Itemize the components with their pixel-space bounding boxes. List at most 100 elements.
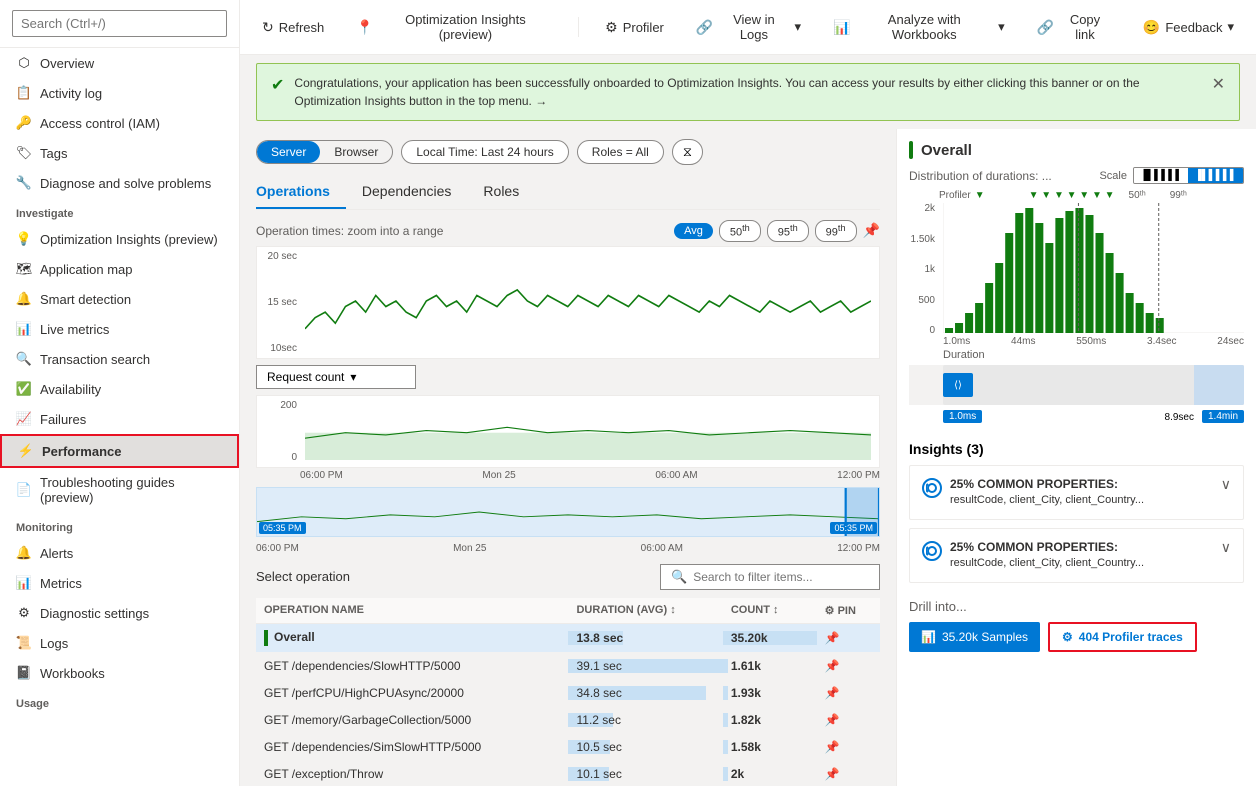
sidebar-item-alerts[interactable]: 🔔 Alerts — [0, 538, 239, 568]
samples-button[interactable]: 📊 35.20k Samples — [909, 622, 1040, 652]
brush-area[interactable]: 05:35 PM 05:35 PM — [256, 487, 880, 537]
samples-icon: 📊 — [921, 630, 936, 644]
dist-chart-with-axis: 2k 1.50k 1k 500 0 — [909, 203, 1244, 336]
table-row[interactable]: GET /dependencies/SimSlowHTTP/500010.5 s… — [256, 733, 880, 760]
p50-pill[interactable]: 50th — [719, 220, 761, 242]
logs-icon: 📜 — [16, 635, 32, 651]
sidebar-search-area — [0, 0, 239, 48]
insight-icon-2 — [922, 541, 942, 561]
dropdown-chevron: ▾ — [350, 370, 356, 384]
sidebar-item-transaction-search[interactable]: 🔍 Transaction search — [0, 344, 239, 374]
analyze-workbooks-button[interactable]: 📊 Analyze with Workbooks ▾ — [827, 8, 1011, 46]
profiler-traces-button[interactable]: ⚙ 404 Profiler traces — [1048, 622, 1197, 652]
sidebar-item-live-metrics[interactable]: 📊 Live metrics — [0, 314, 239, 344]
sort-icon-count[interactable]: ↕ — [773, 604, 779, 616]
insight-expand-2[interactable]: ∨ — [1221, 539, 1231, 556]
table-search-box[interactable]: 🔍 — [660, 564, 880, 590]
time-label-1: 06:00 PM — [300, 470, 343, 481]
section-usage: Usage — [0, 688, 239, 714]
sidebar-item-optimization[interactable]: 💡 Optimization Insights (preview) — [0, 224, 239, 254]
sidebar-item-metrics[interactable]: 📊 Metrics — [0, 568, 239, 598]
p99-pill[interactable]: 99th — [815, 220, 857, 242]
tab-roles[interactable]: Roles — [467, 175, 535, 209]
sidebar-item-availability[interactable]: ✅ Availability — [0, 374, 239, 404]
analyze-icon: 📊 — [833, 19, 850, 36]
sidebar-item-performance[interactable]: ⚡ Performance — [0, 434, 239, 468]
y-150k: 1.50k — [909, 234, 935, 245]
optimization-insights-button[interactable]: 📍 Optimization Insights (preview) — [350, 8, 558, 46]
chevron-down-icon-2: ▾ — [998, 19, 1005, 35]
insight-expand-1[interactable]: ∨ — [1221, 476, 1231, 493]
request-count-dropdown[interactable]: Request count ▾ — [256, 365, 416, 389]
left-panel: Server Browser Local Time: Last 24 hours… — [240, 129, 896, 786]
profiler-markers-row: Profiler ▼ ▼ ▼ ▼ ▼ ▼ ▼ ▼ 50ᵗʰ 99ᵗʰ — [909, 190, 1244, 201]
cell-pin[interactable]: 📌 — [817, 733, 880, 760]
table-row[interactable]: GET /exception/Throw10.1 sec2k📌 — [256, 760, 880, 786]
search-input[interactable] — [12, 10, 227, 37]
range-start-icon: ⟨⟩ — [954, 380, 962, 391]
cell-pin[interactable]: 📌 — [817, 679, 880, 706]
scale-log-btn[interactable]: ▐▌▌▌▌▌ — [1188, 168, 1243, 183]
sidebar-item-troubleshooting[interactable]: 📄 Troubleshooting guides (preview) — [0, 468, 239, 512]
filter-options-button[interactable]: ⧖ — [672, 139, 703, 165]
roles-filter-pill[interactable]: Roles = All — [577, 140, 664, 164]
avg-pill[interactable]: Avg — [674, 223, 713, 239]
count-y-max: 200 — [265, 400, 297, 411]
table-row[interactable]: GET /perfCPU/HighCPUAsync/2000034.8 sec1… — [256, 679, 880, 706]
table-filter-bar: Select operation 🔍 — [256, 564, 880, 590]
refresh-button[interactable]: ↻ Refresh — [256, 15, 330, 40]
sidebar-item-overview[interactable]: ⬡ Overview — [0, 48, 239, 78]
sidebar-item-workbooks[interactable]: 📓 Workbooks — [0, 658, 239, 688]
range-selector[interactable]: ⟨⟩ 1.0ms 8.9sec 1.4min — [909, 365, 1244, 405]
table-search-input[interactable] — [693, 570, 869, 584]
toolbar: ↻ Refresh 📍 Optimization Insights (previ… — [240, 0, 1256, 55]
view-in-logs-button[interactable]: 🔗 View in Logs ▾ — [690, 8, 807, 46]
profiler-button[interactable]: ⚙ Profiler — [599, 15, 670, 40]
time-filter-pill[interactable]: Local Time: Last 24 hours — [401, 140, 568, 164]
cell-count: 1.82k — [723, 706, 817, 733]
workbooks-icon: 📓 — [16, 665, 32, 681]
table-row[interactable]: GET /memory/GarbageCollection/500011.2 s… — [256, 706, 880, 733]
green-bar — [909, 141, 913, 159]
banner-close-button[interactable]: ✕ — [1212, 74, 1225, 94]
cell-operation-name: GET /dependencies/SimSlowHTTP/5000 — [256, 733, 568, 760]
tab-dependencies[interactable]: Dependencies — [346, 175, 468, 209]
server-toggle-button[interactable]: Server — [257, 141, 320, 163]
cell-count: 1.93k — [723, 679, 817, 706]
availability-icon: ✅ — [16, 381, 32, 397]
sidebar-item-diagnose[interactable]: 🔧 Diagnose and solve problems — [0, 168, 239, 198]
sidebar-item-logs[interactable]: 📜 Logs — [0, 628, 239, 658]
table-row[interactable]: Overall13.8 sec35.20k📌 — [256, 623, 880, 652]
feedback-button[interactable]: 😊 Feedback ▾ — [1137, 15, 1240, 40]
insight-icon-1 — [922, 478, 942, 498]
alerts-icon: 🔔 — [16, 545, 32, 561]
scale-linear-btn[interactable]: ▐▌▌▌▌▌ — [1134, 168, 1189, 183]
cell-pin[interactable]: 📌 — [817, 652, 880, 679]
sidebar-item-tags[interactable]: 🏷 Tags — [0, 138, 239, 168]
copy-link-button[interactable]: 🔗 Copy link — [1031, 8, 1117, 46]
cell-pin[interactable]: 📌 — [817, 623, 880, 652]
cell-pin[interactable]: 📌 — [817, 706, 880, 733]
sidebar-item-failures[interactable]: 📈 Failures — [0, 404, 239, 434]
table-row[interactable]: GET /dependencies/SlowHTTP/500039.1 sec1… — [256, 652, 880, 679]
cell-duration: 10.5 sec — [568, 733, 722, 760]
sort-icon-duration[interactable]: ↕ — [670, 604, 676, 616]
operations-table: OPERATION NAME DURATION (AVG) ↕ COUNT ↕ … — [256, 598, 880, 786]
browser-toggle-button[interactable]: Browser — [320, 141, 392, 163]
pin-button[interactable]: 📌 — [863, 222, 880, 239]
cell-operation-name: GET /memory/GarbageCollection/5000 — [256, 706, 568, 733]
tab-operations[interactable]: Operations — [256, 175, 346, 209]
chart-header: Operation times: zoom into a range Avg 5… — [256, 220, 880, 242]
duration-label-row: Duration — [909, 349, 1244, 361]
dist-chart-area: Profiler ▼ ▼ ▼ ▼ ▼ ▼ ▼ ▼ 50ᵗʰ 99ᵗʰ 2k 1.… — [909, 190, 1244, 405]
sidebar-item-access-control[interactable]: 🔑 Access control (IAM) — [0, 108, 239, 138]
p95-pill[interactable]: 95th — [767, 220, 809, 242]
sidebar-item-smart-detection[interactable]: 🔔 Smart detection — [0, 284, 239, 314]
sidebar-item-app-map[interactable]: 🗺 Application map — [0, 254, 239, 284]
cell-count: 2k — [723, 760, 817, 786]
cell-pin[interactable]: 📌 — [817, 760, 880, 786]
sidebar-item-diagnostic[interactable]: ⚙ Diagnostic settings — [0, 598, 239, 628]
search-icon: 🔍 — [671, 569, 687, 585]
sidebar-item-activity-log[interactable]: 📋 Activity log — [0, 78, 239, 108]
diagnose-icon: 🔧 — [16, 175, 32, 191]
